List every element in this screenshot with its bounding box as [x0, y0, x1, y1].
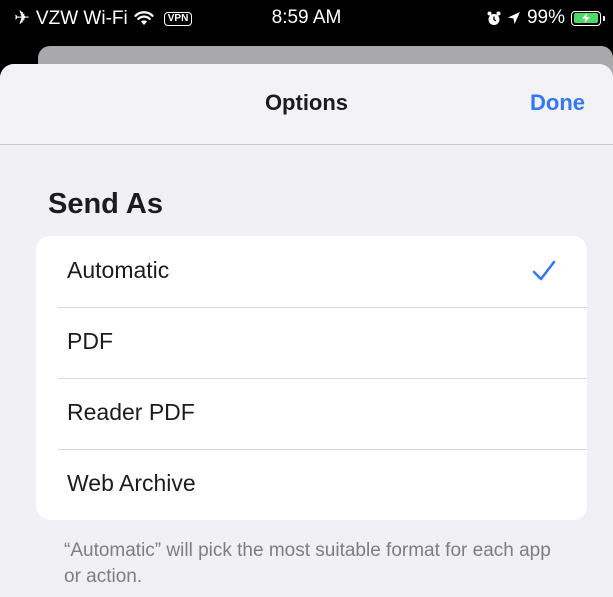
option-label: Reader PDF [67, 399, 195, 425]
status-right: 99% [487, 7, 605, 29]
option-label: Web Archive [67, 470, 196, 496]
nav-title: Options [264, 90, 349, 115]
alarm-icon [487, 11, 501, 25]
option-web-archive[interactable]: Web Archive [36, 449, 587, 520]
battery-nub [602, 15, 605, 21]
battery-icon [571, 10, 605, 26]
option-automatic[interactable]: Automatic [36, 236, 587, 307]
battery-percent: 99% [526, 7, 565, 28]
charging-bolt-icon [581, 13, 590, 23]
screen: ✈ VZW Wi-Fi VPN 8:59 AM 99% Options Done… [0, 0, 613, 597]
footer-note: “Automatic” will pick the most suitable … [64, 540, 551, 587]
option-reader-pdf[interactable]: Reader PDF [36, 378, 587, 449]
section-header-send-as: Send As [48, 188, 163, 220]
done-button[interactable]: Done [530, 90, 585, 116]
send-as-options-list: Automatic PDF Reader PDF Web Archive [36, 236, 587, 520]
battery-level-fill [573, 13, 599, 23]
location-arrow-icon [507, 12, 520, 24]
checkmark-icon [532, 260, 556, 281]
status-bar: ✈ VZW Wi-Fi VPN 8:59 AM 99% [0, 0, 613, 40]
option-pdf[interactable]: PDF [36, 307, 587, 378]
option-label: Automatic [67, 257, 170, 283]
nav-bar: Options Done [0, 64, 613, 145]
options-sheet: Options Done Send As Automatic PDF Reade… [0, 64, 613, 597]
option-label: PDF [67, 328, 113, 354]
